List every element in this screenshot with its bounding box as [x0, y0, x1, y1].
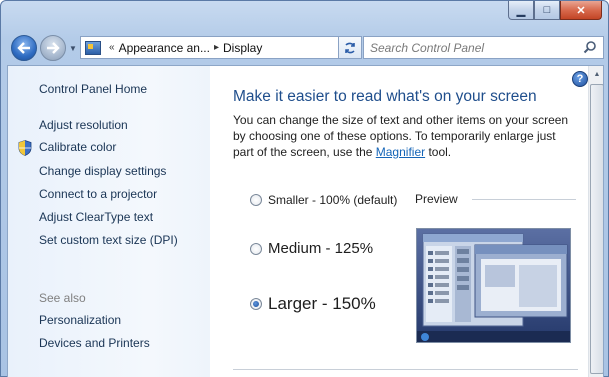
- breadcrumb-root-separator[interactable]: «: [109, 42, 115, 53]
- magnifier-link[interactable]: Magnifier: [376, 145, 425, 159]
- search-icon[interactable]: [583, 40, 597, 54]
- window-frame: ▁ □ ✕ ▼ « Appearance an... ▸ Display ▼ S…: [0, 0, 609, 377]
- option-smaller-label[interactable]: Smaller - 100% (default): [268, 193, 397, 207]
- back-button[interactable]: [11, 35, 37, 61]
- minimize-button[interactable]: ▁: [508, 1, 534, 20]
- page-description: You can change the size of text and othe…: [233, 112, 578, 160]
- sidebar-item-custom-text-size[interactable]: Set custom text size (DPI): [39, 233, 178, 247]
- preview-image: [416, 228, 571, 343]
- sidebar-item-adjust-cleartype[interactable]: Adjust ClearType text: [39, 210, 153, 224]
- radio-smaller[interactable]: [250, 194, 262, 206]
- back-arrow-icon: [17, 42, 30, 54]
- radio-larger[interactable]: [250, 298, 262, 310]
- breadcrumb-separator-icon[interactable]: ▸: [214, 42, 219, 53]
- sidebar-item-change-display-settings[interactable]: Change display settings: [39, 164, 166, 178]
- navigation-bar: ▼ « Appearance an... ▸ Display ▼ Search …: [7, 31, 604, 63]
- breadcrumb-display[interactable]: Display: [223, 41, 262, 55]
- scroll-thumb[interactable]: [590, 84, 603, 374]
- preview-divider: [472, 199, 576, 200]
- option-medium[interactable]: Medium - 125%: [250, 240, 373, 257]
- refresh-icon: [345, 42, 355, 53]
- recent-pages-dropdown[interactable]: ▼: [69, 44, 77, 53]
- breadcrumb-appearance[interactable]: Appearance an...: [119, 41, 210, 55]
- close-button[interactable]: ✕: [560, 1, 602, 20]
- forward-button[interactable]: [40, 35, 66, 61]
- option-smaller[interactable]: Smaller - 100% (default): [250, 193, 397, 207]
- sidebar-item-control-panel-home[interactable]: Control Panel Home: [39, 82, 147, 96]
- sidebar-item-calibrate-color[interactable]: Calibrate color: [39, 140, 116, 154]
- sidebar-item-personalization[interactable]: Personalization: [39, 313, 121, 327]
- help-icon[interactable]: ?: [572, 71, 588, 87]
- caption-buttons: ▁ □ ✕: [508, 1, 602, 21]
- sidebar-item-adjust-resolution[interactable]: Adjust resolution: [39, 118, 128, 132]
- option-larger-label[interactable]: Larger - 150%: [268, 294, 376, 314]
- forward-arrow-icon: [47, 42, 60, 54]
- option-larger[interactable]: Larger - 150%: [250, 294, 376, 314]
- maximize-button[interactable]: □: [534, 1, 560, 20]
- address-bar[interactable]: « Appearance an... ▸ Display ▼: [80, 36, 360, 59]
- control-panel-icon: [85, 40, 101, 55]
- shield-icon: [18, 140, 32, 156]
- see-also-heading: See also: [39, 291, 86, 305]
- search-placeholder: Search Control Panel: [370, 40, 485, 55]
- scroll-up-arrow-icon[interactable]: ▲: [589, 66, 603, 83]
- preview-label: Preview: [415, 192, 458, 206]
- refresh-button[interactable]: [338, 36, 362, 59]
- page-title: Make it easier to read what's on your sc…: [233, 88, 537, 105]
- search-input[interactable]: Search Control Panel: [363, 36, 604, 59]
- sidebar-item-devices-printers[interactable]: Devices and Printers: [39, 336, 150, 350]
- sidebar: Control Panel Home Adjust resolution Cal…: [8, 66, 210, 377]
- bottom-divider: [233, 369, 578, 370]
- vertical-scrollbar[interactable]: ▲: [588, 66, 603, 377]
- preview-window-illustration: [417, 229, 570, 342]
- option-medium-label[interactable]: Medium - 125%: [268, 240, 373, 257]
- description-text-end: tool.: [425, 145, 452, 159]
- radio-medium[interactable]: [250, 242, 262, 255]
- main-panel: Make it easier to read what's on your sc…: [210, 66, 603, 377]
- content-area: Control Panel Home Adjust resolution Cal…: [7, 65, 604, 377]
- sidebar-item-connect-projector[interactable]: Connect to a projector: [39, 187, 157, 201]
